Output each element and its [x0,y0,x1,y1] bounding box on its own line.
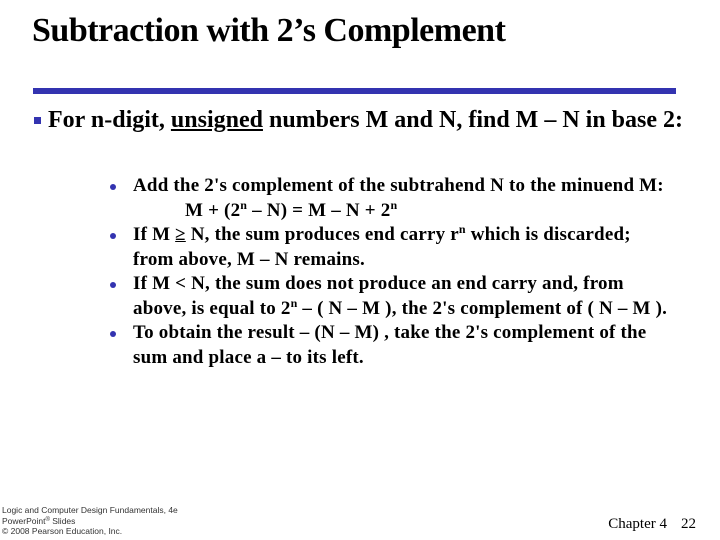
sub-bullet-1-text: Add the 2's complement of the subtrahend… [133,175,664,196]
formula-superscript: n [390,197,398,212]
geq-symbol: ≥ [175,224,186,245]
sub-bullet-2-text: If M [133,224,176,245]
sub-bullet-3-text: – ( N – M ), the 2's complement of ( N –… [297,297,668,319]
sub-bullet-2-text: N, the sum produces end carry r [185,224,459,245]
footer-slides-line: PowerPoint® Slides [2,516,178,527]
footer-copyright: © 2008 Pearson Education, Inc. [2,526,123,536]
slide-title: Subtraction with 2’s Complement [32,12,506,49]
sub-bullet-4-text: To obtain the result – (N – M) , take th… [133,322,647,368]
dot-bullet-icon [110,331,116,337]
sub-bullet-2: If M ≥ N, the sum produces end carry rn … [110,222,673,272]
chapter-label: Chapter 4 [608,516,667,532]
square-bullet-icon [34,117,41,124]
formula-part: – N) = M – N + 2 [247,199,391,221]
dot-bullet-icon [110,282,116,288]
superscript: n [458,222,466,236]
main-bullet: For n-digit, unsigned numbers M and N, f… [34,106,688,135]
page-number: 22 [681,516,696,532]
title-divider [33,88,676,94]
footer-book-title: Logic and Computer Design Fundamentals, … [2,505,178,515]
sub-bullet-3: If M < N, the sum does not produce an en… [110,272,673,321]
copyright-footer: Logic and Computer Design Fundamentals, … [2,505,178,537]
footer-text: PowerPoint [2,515,46,526]
sub-bullet-4: To obtain the result – (N – M) , take th… [110,321,673,370]
sub-bullet-list: Add the 2's complement of the subtrahend… [110,174,673,370]
sub-bullet-1: Add the 2's complement of the subtrahend… [110,174,673,224]
main-bullet-text-after: numbers M and N, find M – N in base 2: [262,107,684,133]
slide-number-footer: Chapter 4 22 [608,516,696,533]
main-bullet-underlined: unsigned [170,107,263,133]
dot-bullet-icon [110,233,116,239]
formula: M + (2n – N) = M – N + 2n [133,199,673,224]
footer-text: Slides [49,515,76,526]
dot-bullet-icon [110,184,116,190]
main-bullet-text-before: For n-digit, [48,107,171,133]
formula-part: M + (2 [185,199,241,221]
